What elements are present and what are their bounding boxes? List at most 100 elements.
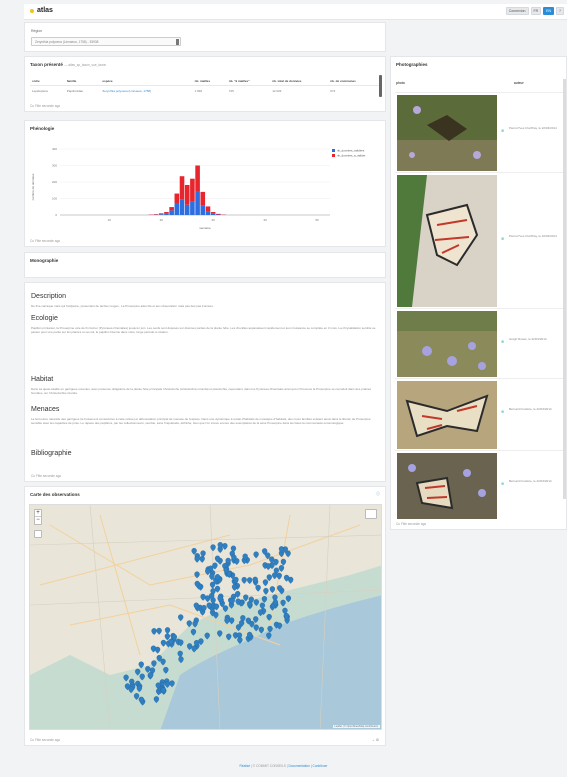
- map-canvas[interactable]: [30, 505, 382, 730]
- photo-row[interactable]: ⊕ Bernard Fondère, le 22/04/2014: [395, 450, 563, 520]
- login-button[interactable]: Connexion: [505, 7, 529, 15]
- bar-to-validate[interactable]: [200, 191, 206, 206]
- bar-to-validate[interactable]: [169, 207, 174, 211]
- help-button[interactable]: ?: [556, 7, 564, 15]
- column-header[interactable]: nb. total de données: [270, 77, 329, 86]
- column-header[interactable]: nb. de communes: [328, 77, 380, 86]
- region-card: Région Zerynthia polyxena (Linnaeus, 175…: [24, 22, 386, 52]
- photos-title: Photographies: [396, 62, 428, 67]
- zoom-photo-icon[interactable]: ⊕: [501, 481, 504, 486]
- map-footer-icons[interactable]: ⌄ ⚙: [372, 738, 379, 742]
- bar-to-validate[interactable]: [158, 213, 164, 215]
- table-cell: Lepidoptera: [32, 89, 48, 93]
- zoom-photo-icon[interactable]: ⊕: [501, 236, 504, 241]
- photo-column-header[interactable]: photo: [396, 81, 405, 85]
- bar-validated[interactable]: [205, 211, 211, 215]
- bar-to-validate[interactable]: [216, 213, 221, 215]
- phenology-chart: nombre de données semaine 0 100 200 300 400 1…: [31, 147, 365, 230]
- legend-swatch[interactable]: [332, 154, 335, 157]
- photo-row[interactable]: ⊕ Bernard Fondère, le 22/04/2014: [395, 378, 563, 450]
- species-link[interactable]: Zerynthia polyxena (Linnaeus, 1758): [100, 86, 192, 97]
- legend-label[interactable]: nb_données_validées: [337, 149, 365, 153]
- section-heading-ecologie: Ecologie: [31, 315, 58, 322]
- bar-to-validate[interactable]: [210, 212, 216, 214]
- zoom-out-button[interactable]: −: [35, 517, 41, 524]
- bar-validated[interactable]: [195, 191, 200, 215]
- zoom-in-button[interactable]: +: [35, 510, 41, 517]
- butterfly-photo[interactable]: [397, 95, 497, 171]
- bar-to-validate[interactable]: [190, 178, 195, 202]
- bar-validated[interactable]: [158, 214, 164, 215]
- brand-logo-icon: [30, 8, 34, 13]
- column-header[interactable]: ordre: [30, 77, 65, 86]
- legend-label[interactable]: nb_données_a_valider: [337, 154, 365, 158]
- column-header[interactable]: nb. "à mailles": [226, 77, 271, 86]
- header-actions: Connexion FR EN ?: [505, 7, 564, 15]
- butterfly-photo[interactable]: [397, 453, 497, 519]
- bar-validated[interactable]: [184, 204, 190, 215]
- photos-header: photo auteur: [396, 81, 560, 85]
- fullscreen-icon[interactable]: [34, 530, 42, 538]
- taxon-table: ordre famille espèce nb. mailles nb. "à …: [30, 77, 380, 96]
- layers-icon[interactable]: [365, 509, 377, 519]
- lang-fr-button[interactable]: FR: [530, 7, 542, 15]
- bar-validated[interactable]: [174, 203, 180, 215]
- flower-photo[interactable]: [397, 311, 497, 377]
- bar-to-validate[interactable]: [205, 206, 211, 212]
- bar-validated[interactable]: [210, 213, 216, 215]
- bar-to-validate[interactable]: [164, 212, 169, 214]
- butterfly-photo[interactable]: [397, 175, 497, 307]
- footer-copyright: | © COMMIT CONSEILS |: [251, 764, 288, 768]
- author-column-header[interactable]: auteur: [514, 81, 524, 85]
- phenology-title: Phénologie: [30, 126, 55, 131]
- column-header[interactable]: espèce: [100, 77, 193, 86]
- column-header[interactable]: famille: [64, 77, 101, 86]
- zoom-photo-icon[interactable]: ⊕: [501, 128, 504, 133]
- chevron-down-icon: [176, 39, 179, 45]
- table-row[interactable]: Lepidoptera Papilionidae Zerynthia polyx…: [30, 86, 380, 97]
- zoom-photo-icon[interactable]: ⊕: [501, 409, 504, 414]
- legend-swatch[interactable]: [332, 149, 335, 152]
- bar-validated[interactable]: [200, 205, 206, 215]
- footer-link-documentation[interactable]: Documentation: [289, 764, 310, 768]
- table-cell: 1 892: [194, 89, 203, 93]
- map-attribution[interactable]: Leaflet | © OpenStreetMap contributors: [332, 725, 380, 728]
- map-title: Carte des observations: [30, 492, 80, 497]
- x-tick-label: 40: [263, 218, 267, 222]
- bar-validated[interactable]: [169, 210, 174, 215]
- footer-link-contribute[interactable]: | Contribuer: [311, 764, 328, 768]
- column-header[interactable]: nb. mailles: [192, 77, 227, 86]
- taxon-title: Taxon présenté — atlas_sp_taxon_vue_taxo…: [30, 62, 107, 67]
- phenology-card: Phénologie nombre de données semaine 0 10…: [24, 120, 386, 247]
- photo-author: Bernard Fondère, le 22/04/2014: [509, 407, 552, 411]
- x-tick-label: 10: [108, 218, 112, 222]
- page-footer: Réalisé | © COMMIT CONSEILS | Documentat…: [0, 764, 567, 768]
- x-tick-label: 30: [212, 218, 216, 222]
- info-icon[interactable]: ⓘ: [376, 491, 380, 497]
- bar-to-validate[interactable]: [184, 184, 190, 205]
- y-tick-label: 200: [52, 180, 57, 184]
- bar-validated[interactable]: [190, 201, 195, 215]
- bar-to-validate[interactable]: [195, 165, 200, 192]
- bar-validated[interactable]: [164, 213, 169, 215]
- photo-row[interactable]: ⊕ Grégh Rosés, le 22/04/2014: [395, 308, 563, 378]
- photo-author: Grégh Rosés, le 22/04/2014: [509, 337, 547, 341]
- table-header-row: ordre famille espèce nb. mailles nb. "à …: [30, 77, 380, 86]
- photos-scrollbar[interactable]: [563, 79, 566, 499]
- table-scrollbar[interactable]: [379, 75, 382, 97]
- section-text-menaces: La fermeture naturelle des garrigues (le…: [31, 417, 371, 425]
- observation-map[interactable]: + − Leaflet | © OpenStreetMap contributo…: [29, 504, 382, 730]
- bar-validated[interactable]: [179, 199, 185, 215]
- bar-to-validate[interactable]: [174, 193, 180, 204]
- region-select[interactable]: Zerynthia polyxena (Linnaeus, 1758) - 53…: [31, 37, 181, 46]
- lang-en-button[interactable]: EN: [543, 7, 555, 15]
- zoom-photo-icon[interactable]: ⊕: [501, 339, 504, 344]
- photo-row[interactable]: ⊕ Pierre/Yves Cloriffray, le 22/04/2014: [395, 92, 563, 172]
- brand[interactable]: atlas: [30, 7, 53, 14]
- butterfly-photo[interactable]: [397, 381, 497, 449]
- taxon-card: Taxon présenté — atlas_sp_taxon_vue_taxo…: [24, 56, 386, 112]
- bar-to-validate[interactable]: [179, 176, 185, 200]
- footer-link-realise[interactable]: Réalisé: [240, 764, 251, 768]
- photo-row[interactable]: ⊕ Pierre/Yves Cloriffray, le 22/04/2014: [395, 172, 563, 308]
- y-tick-label: 400: [52, 147, 57, 151]
